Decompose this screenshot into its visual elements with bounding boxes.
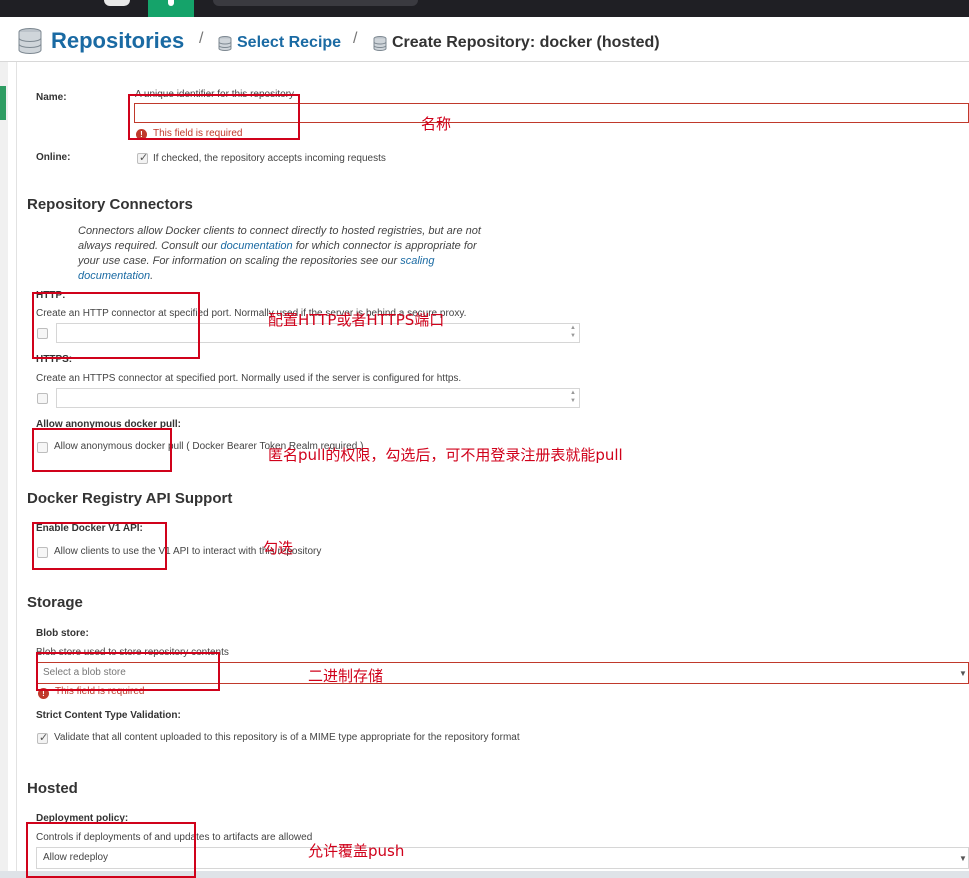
annotation-box [26,822,196,878]
strict-content-help: Validate that all content uploaded to th… [54,732,520,743]
strict-content-label: Strict Content Type Validation: [36,710,181,721]
https-checkbox[interactable] [37,393,48,404]
docker-api-section-title: Docker Registry API Support [27,490,233,507]
annotation-box [32,522,167,570]
port-spinner-icon[interactable]: ▲ ▼ [569,389,577,407]
page-title: Create Repository: docker (hosted) [392,34,660,51]
annotation-box [128,94,300,140]
panel-divider [16,62,17,878]
breadcrumb-separator: / [353,30,358,47]
annotation-box [36,652,220,691]
search-input[interactable] [213,0,418,6]
hosted-section-title: Hosted [27,780,78,797]
annotation-name: 名称 [421,115,452,133]
online-label: Online: [36,152,71,163]
annotation-v1: 勾选 [263,539,294,557]
port-spinner-icon[interactable]: ▲ ▼ [569,324,577,342]
breadcrumb-select-recipe-link[interactable]: Select Recipe [237,34,341,52]
annotation-box [32,428,172,472]
database-icon [373,36,387,51]
annotation-redeploy: 允许覆盖push [308,842,405,860]
connectors-description-line: Connectors allow Docker clients to conne… [78,225,481,237]
connectors-description-text: . [150,270,154,282]
strict-content-checkbox[interactable] [37,731,48,744]
scaling-link[interactable]: scaling [400,255,434,267]
online-help: If checked, the repository accepts incom… [153,153,386,164]
app-logo-icon[interactable] [104,0,130,6]
blob-store-label: Blob store: [36,628,89,639]
scaling-documentation-link[interactable]: documentation [78,270,150,282]
connectors-section-title: Repository Connectors [27,196,193,213]
connectors-description-text: your use case. For information on scalin… [78,255,401,267]
breadcrumb: Repositories / Select Recipe / Create Re… [0,17,969,62]
app-top-bar [0,0,969,17]
https-help: Create an HTTPS connector at specified p… [36,373,462,384]
online-checkbox[interactable] [137,151,148,164]
breadcrumb-repositories-link[interactable]: Repositories [51,28,184,54]
gear-icon [168,0,174,6]
active-nav-indicator [0,86,6,120]
annotation-box [32,292,200,359]
connectors-description-text: always required. Consult our [78,240,221,252]
admin-mode-tab[interactable] [148,0,194,17]
left-nav-gutter [0,62,8,878]
annotation-blob: 二进制存储 [308,667,384,685]
database-icon [18,28,42,54]
documentation-link[interactable]: documentation [220,240,292,252]
chevron-down-icon: ▼ [959,669,967,678]
annotation-anonymous: 匿名pull的权限，勾选后，可不用登录注册表就能pull [268,446,623,464]
chevron-down-icon: ▼ [959,854,967,863]
breadcrumb-separator: / [199,30,204,47]
storage-section-title: Storage [27,594,83,611]
name-label: Name: [36,92,67,103]
annotation-ports: 配置HTTP或者HTTPS端口 [268,311,445,329]
connectors-description: Connectors allow Docker clients to conne… [78,224,538,284]
connectors-description-text: for which connector is appropriate for [292,240,477,252]
database-icon [218,36,232,51]
https-port-input[interactable] [56,388,580,408]
